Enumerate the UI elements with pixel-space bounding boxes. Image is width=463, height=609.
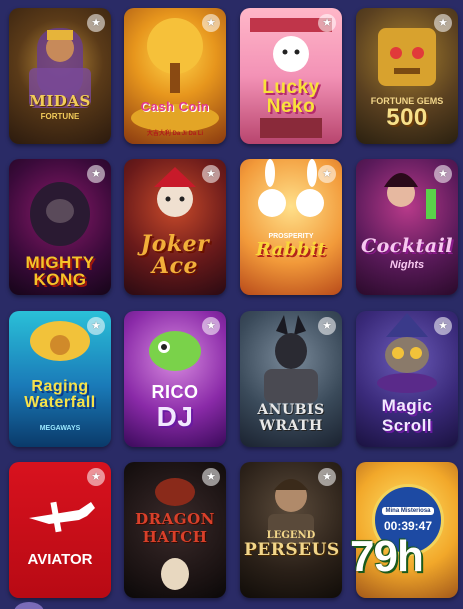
star-icon[interactable]: ★ <box>87 165 105 183</box>
star-icon[interactable]: ★ <box>202 468 220 486</box>
game-title: AVIATOR <box>27 551 93 568</box>
star-icon[interactable]: ★ <box>87 468 105 486</box>
game-tile-anubis-wrath[interactable]: ANUBIS WRATH ★ <box>240 311 342 447</box>
game-title: Cocktail <box>360 235 454 257</box>
game-title: PERSEUS <box>244 540 340 560</box>
game-subtitle: MEGAWAYS <box>39 425 81 432</box>
game-title: Joker Ace <box>140 231 210 279</box>
star-icon[interactable]: ★ <box>87 14 105 32</box>
game-tile-dragon-hatch[interactable]: DRAGON HATCH ★ <box>124 462 226 598</box>
game-tile-fortune-gems-500[interactable]: FORTUNE GEMS 500 ★ <box>356 8 458 144</box>
game-tile-mighty-kong[interactable]: MIGHTY KONG ★ <box>9 159 111 295</box>
game-title: DRAGON <box>135 510 215 528</box>
game-grid: MIDAS FORTUNE ★ Cash Coin 大吉大利 Da Ji Da … <box>0 0 463 609</box>
star-icon[interactable]: ★ <box>318 468 336 486</box>
game-title: RICO <box>151 382 199 402</box>
star-icon[interactable]: ★ <box>318 14 336 32</box>
star-icon[interactable]: ★ <box>202 165 220 183</box>
game-title: Rabbit <box>255 239 327 260</box>
game-title: Raging Waterfall <box>24 378 96 411</box>
game-title: MIGHTY KONG <box>25 253 95 289</box>
game-subtitle: FORTUNE <box>40 112 80 121</box>
game-tile-magic-scroll[interactable]: Magic Scroll ★ <box>356 311 458 447</box>
game-tile-prosperity-rabbit[interactable]: PROSPERITY Rabbit ★ <box>240 159 342 295</box>
game-subtitle: WRATH <box>259 418 323 434</box>
game-title: ANUBIS <box>257 402 325 418</box>
star-icon[interactable]: ★ <box>434 14 452 32</box>
star-icon[interactable]: ★ <box>434 317 452 335</box>
game-subtitle: Scroll <box>381 416 433 435</box>
game-tile-raging-waterfall[interactable]: Raging Waterfall MEGAWAYS ★ <box>9 311 111 447</box>
game-title: MIDAS <box>29 92 91 110</box>
star-icon[interactable]: ★ <box>202 317 220 335</box>
game-subtitle: HATCH <box>142 528 208 546</box>
game-tile-lucky-neko[interactable]: Lucky Neko ★ <box>240 8 342 144</box>
game-title: Cash Coin <box>140 99 210 114</box>
game-tile-midas-fortune[interactable]: MIDAS FORTUNE ★ <box>9 8 111 144</box>
game-title: Magic <box>381 396 433 415</box>
game-tile-aviator[interactable]: AVIATOR ★ <box>9 462 111 598</box>
game-tile-legend-perseus[interactable]: LEGEND PERSEUS ★ <box>240 462 342 598</box>
game-subtitle: DJ <box>156 401 194 432</box>
star-icon[interactable]: ★ <box>318 165 336 183</box>
game-subtitle: 500 <box>386 104 428 131</box>
hours-overlay: 79h <box>350 532 424 581</box>
star-icon[interactable]: ★ <box>87 317 105 335</box>
game-subtitle: 大吉大利 Da Ji Da Li <box>146 131 204 137</box>
game-tile-cash-coin[interactable]: Cash Coin 大吉大利 Da Ji Da Li ★ <box>124 8 226 144</box>
star-icon[interactable]: ★ <box>434 165 452 183</box>
game-title: Lucky Neko <box>262 77 320 117</box>
game-subtitle: Nights <box>389 259 425 271</box>
timer-label: Mina Misteriosa <box>382 506 434 516</box>
game-tile-joker-ace[interactable]: Joker Ace ★ <box>124 159 226 295</box>
star-icon[interactable]: ★ <box>202 14 220 32</box>
game-tile-rico-dj[interactable]: RICO DJ ★ <box>124 311 226 447</box>
star-icon[interactable]: ★ <box>318 317 336 335</box>
game-tile-cocktail-nights[interactable]: Cocktail Nights ★ <box>356 159 458 295</box>
